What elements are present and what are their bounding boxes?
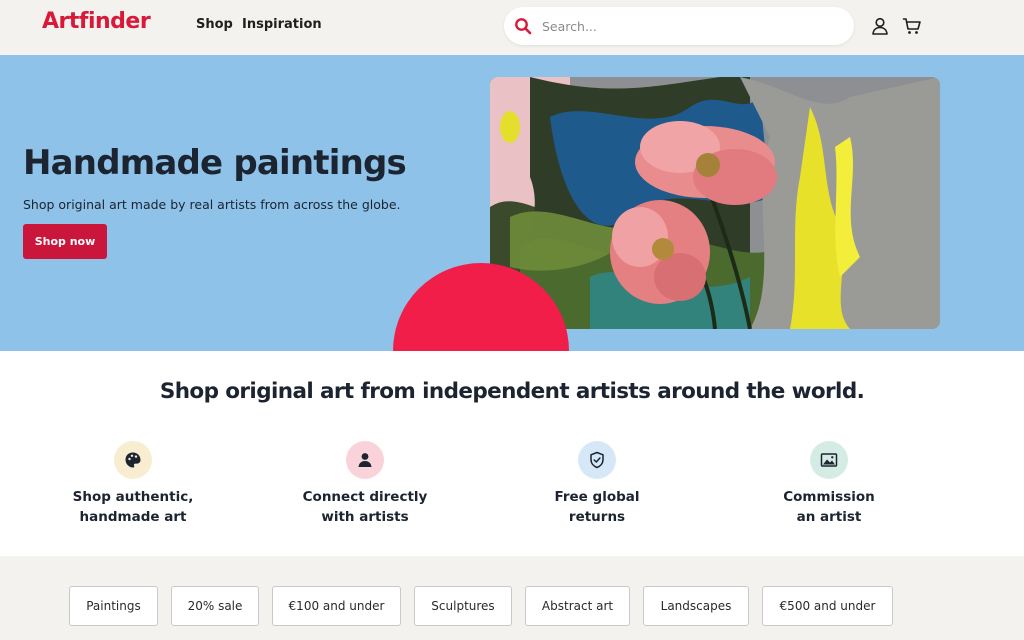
feature-icon-circle — [810, 441, 848, 479]
image-icon — [820, 453, 838, 467]
features-section: Shop original art from independent artis… — [0, 351, 1024, 556]
feature-authentic-art: Shop authentic, handmade art — [33, 441, 233, 527]
feature-free-returns: Free global returns — [497, 441, 697, 527]
feature-label: Commission an artist — [783, 489, 875, 525]
feature-label: Free global returns — [554, 489, 640, 525]
features-heading: Shop original art from independent artis… — [159, 379, 865, 404]
hero-banner: Handmade paintings Shop original art mad… — [0, 55, 1024, 351]
search-input[interactable] — [542, 16, 832, 36]
artfinder-logo[interactable]: Artfinder — [42, 9, 151, 34]
hero-painting-image — [490, 77, 940, 329]
feature-label: Connect directly with artists — [302, 489, 428, 525]
chip-paintings[interactable]: Paintings — [69, 586, 158, 626]
site-header: Artfinder Shop Inspiration — [0, 0, 1024, 55]
palette-icon — [125, 452, 141, 468]
chip-100-and-under[interactable]: €100 and under — [272, 586, 401, 626]
chip-abstract-art[interactable]: Abstract art — [525, 586, 630, 626]
category-chips-bar: Paintings 20% sale €100 and under Sculpt… — [0, 556, 1024, 640]
feature-icon-circle — [114, 441, 152, 479]
nav-shop[interactable]: Shop — [196, 17, 233, 32]
chip-20-sale[interactable]: 20% sale — [171, 586, 259, 626]
shop-now-button[interactable]: Shop now — [23, 224, 107, 259]
feature-connect-artists: Connect directly with artists — [265, 441, 465, 527]
chip-500-and-under[interactable]: €500 and under — [762, 586, 893, 626]
cart-icon[interactable] — [902, 16, 922, 36]
nav-inspiration[interactable]: Inspiration — [242, 17, 322, 32]
search-bar[interactable] — [504, 7, 854, 45]
chip-landscapes[interactable]: Landscapes — [643, 586, 749, 626]
person-icon — [358, 453, 372, 467]
hero-subtitle: Shop original art made by real artists f… — [23, 197, 401, 212]
hero-title: Handmade paintings — [23, 143, 407, 183]
feature-icon-circle — [578, 441, 616, 479]
feature-label: Shop authentic, handmade art — [72, 489, 194, 525]
account-icon[interactable] — [870, 16, 890, 36]
shield-icon — [590, 451, 604, 469]
chip-sculptures[interactable]: Sculptures — [414, 586, 512, 626]
search-icon[interactable] — [514, 17, 532, 35]
feature-icon-circle — [346, 441, 384, 479]
feature-commission-artist: Commission an artist — [729, 441, 929, 527]
